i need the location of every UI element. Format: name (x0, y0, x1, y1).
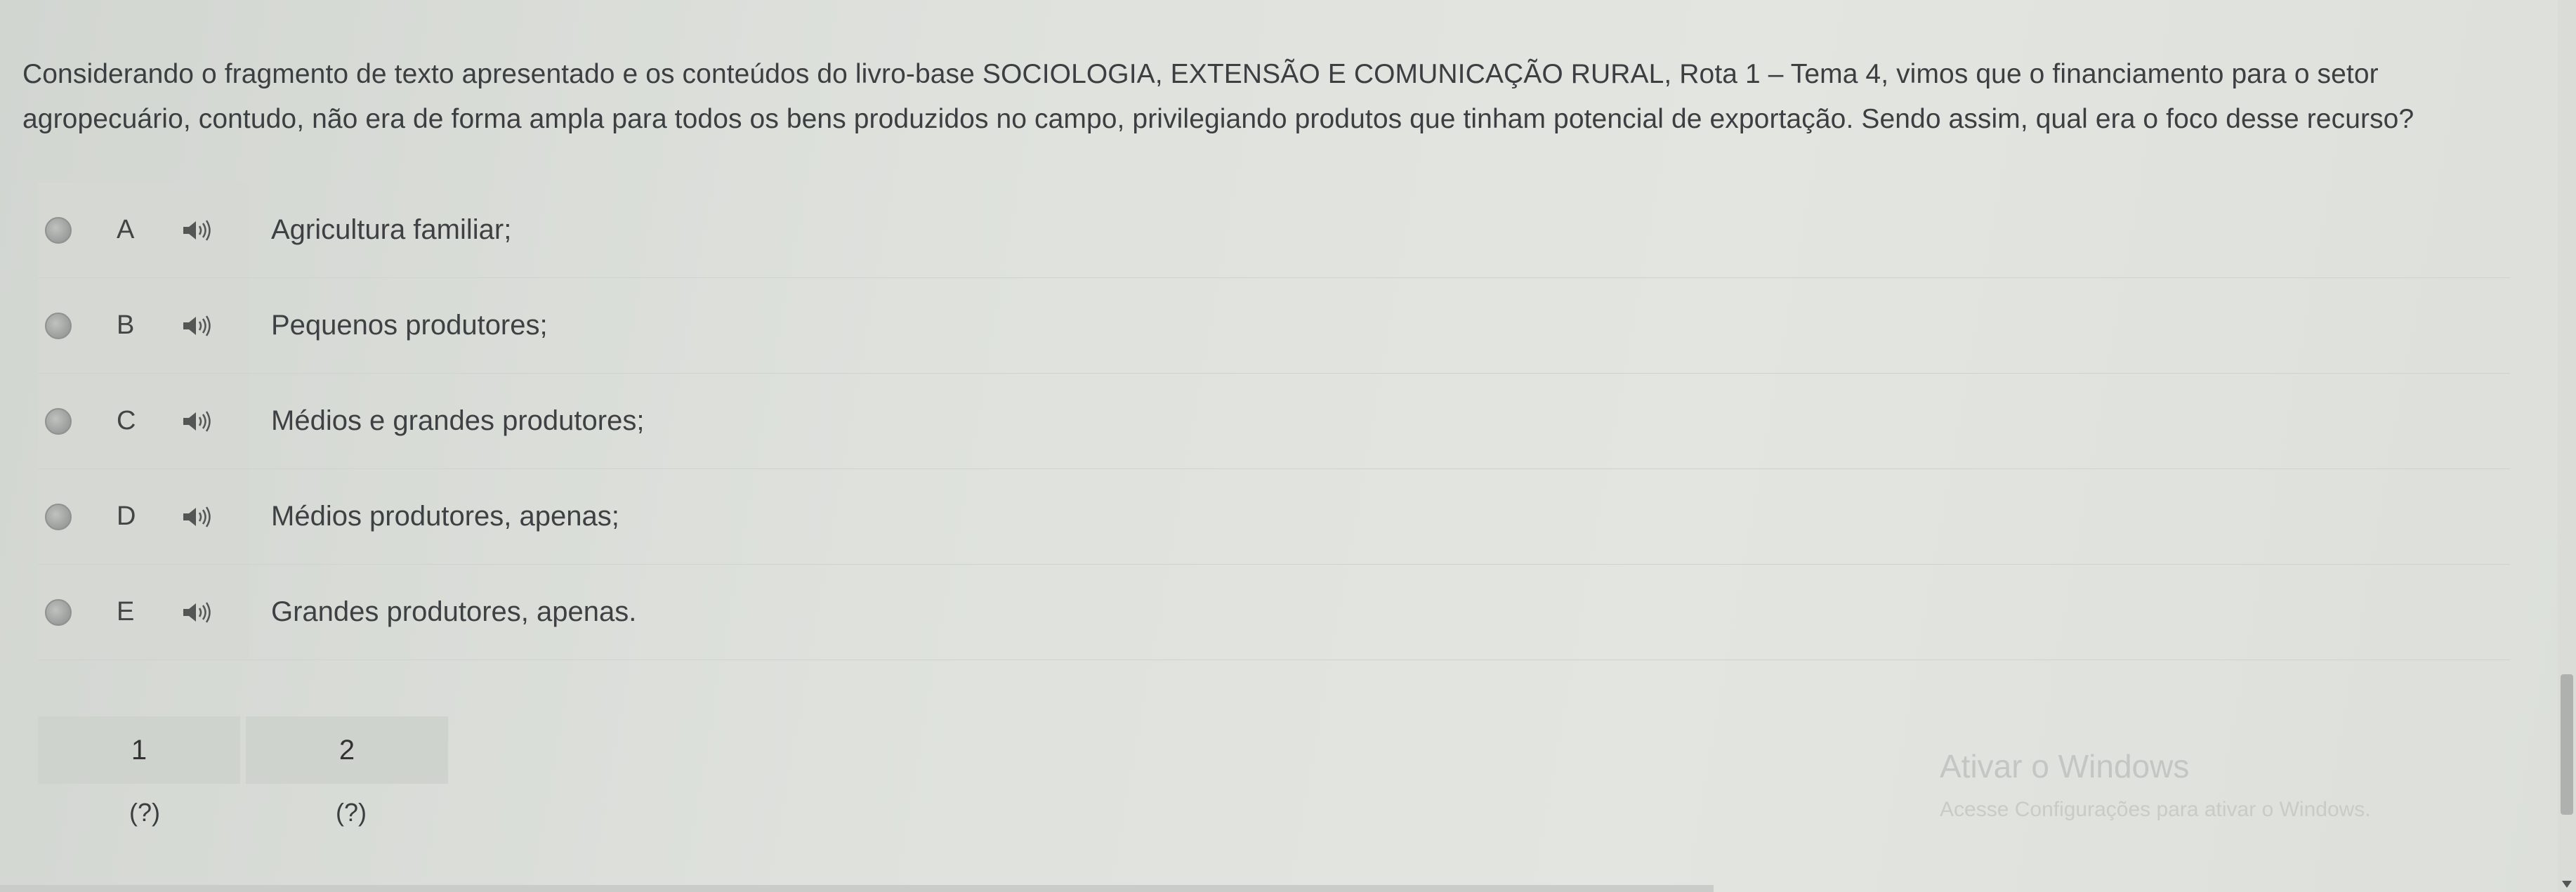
scroll-down-icon[interactable] (2562, 881, 2572, 888)
question-2-status: (?) (336, 798, 367, 827)
radio-button-a[interactable] (45, 216, 72, 244)
option-letter: D (117, 501, 136, 531)
question-text: Considerando o fragmento de texto aprese… (22, 59, 2414, 134)
speaker-icon[interactable] (182, 314, 213, 338)
option-letter: C (117, 406, 136, 435)
option-e[interactable]: E Grandes produtores, apenas. (38, 565, 2510, 660)
windows-activation-subtitle: Acesse Configurações para ativar o Windo… (1940, 798, 2371, 821)
radio-button-b[interactable] (45, 312, 72, 339)
option-letter: A (117, 215, 135, 244)
option-c-controls: C (38, 374, 249, 468)
option-letter: B (117, 310, 135, 340)
option-text: Médios e grandes produtores; (271, 405, 645, 436)
option-b[interactable]: B Pequenos produtores; (38, 278, 2510, 374)
radio-button-c[interactable] (45, 407, 72, 435)
option-text: Grandes produtores, apenas. (271, 596, 637, 627)
option-letter: E (117, 597, 135, 627)
horizontal-scrollbar[interactable] (0, 885, 1714, 892)
option-text: Agricultura familiar; (271, 214, 512, 245)
quiz-page: Considerando o fragmento de texto aprese… (0, 0, 2576, 892)
option-c[interactable]: C Médios e grandes produtores; (38, 374, 2510, 469)
radio-button-e[interactable] (45, 598, 72, 626)
vertical-scrollbar[interactable] (2558, 0, 2576, 892)
radio-button-d[interactable] (45, 503, 72, 530)
speaker-icon[interactable] (182, 409, 213, 433)
speaker-icon[interactable] (182, 218, 213, 242)
option-text: Médios produtores, apenas; (271, 501, 619, 532)
option-e-controls: E (38, 565, 249, 660)
speaker-icon[interactable] (182, 601, 213, 624)
option-a[interactable]: A Agricultura familiar; (38, 183, 2510, 278)
question-nav-2[interactable]: 2 (246, 716, 448, 784)
windows-activation-title: Ativar o Windows (1940, 748, 2190, 785)
question-nav-1[interactable]: 1 (38, 716, 240, 784)
question-1-status: (?) (129, 798, 160, 827)
option-b-controls: B (38, 278, 249, 373)
option-d-controls: D (38, 469, 249, 564)
answer-options: A Agricultura familiar; B Pequenos produ… (38, 183, 2510, 660)
scrollbar-thumb[interactable] (2561, 674, 2573, 815)
speaker-icon[interactable] (182, 505, 213, 529)
option-d[interactable]: D Médios produtores, apenas; (38, 469, 2510, 565)
option-a-controls: A (38, 183, 249, 277)
option-text: Pequenos produtores; (271, 310, 548, 341)
